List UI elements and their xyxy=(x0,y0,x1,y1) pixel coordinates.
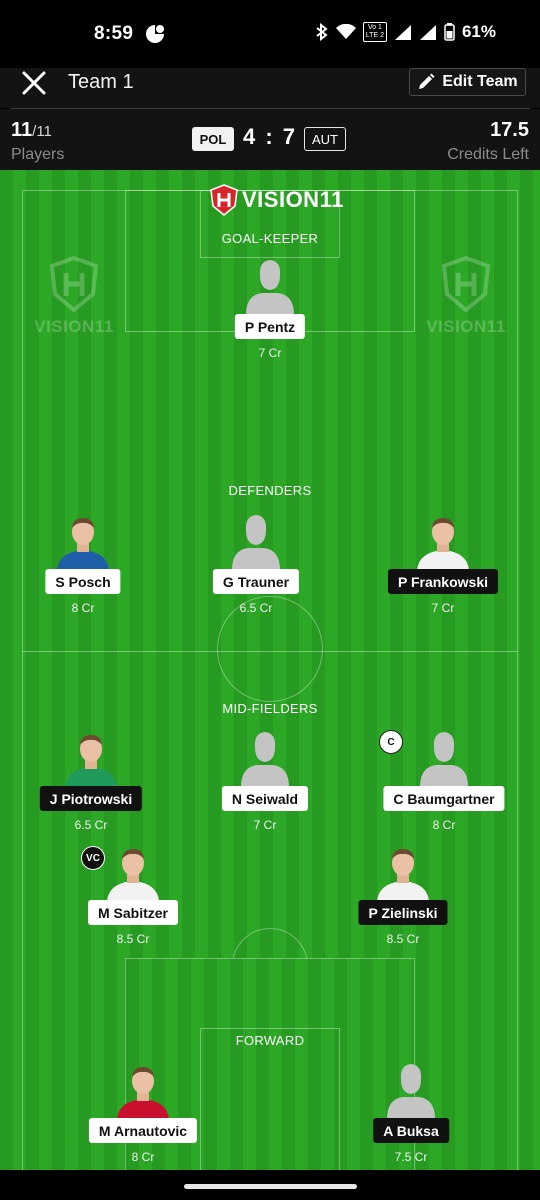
section-forward: FORWARD xyxy=(235,1033,305,1048)
vision11-shield-icon xyxy=(210,184,238,216)
app-header: Team 1 Edit Team xyxy=(0,68,540,108)
watermark-text: VISION11 xyxy=(426,317,506,336)
player-credits: 6.5 Cr xyxy=(74,818,108,832)
player-name: P Pentz xyxy=(234,314,306,339)
watermark-shield-icon xyxy=(49,255,99,313)
watermark-left: VISION11 xyxy=(24,255,124,337)
brand-name: VISION11 xyxy=(242,187,344,212)
edit-team-button[interactable]: Edit Team xyxy=(409,68,526,96)
player-photo xyxy=(107,849,159,901)
pencil-icon xyxy=(419,73,435,89)
signal-icon-2 xyxy=(419,24,436,40)
status-right: Vo 1 LTE 2 61% xyxy=(315,22,496,42)
team-info-row: 11/11 Players POL 4 : 7 AUT 17.5 Credits… xyxy=(0,109,540,170)
edit-team-label: Edit Team xyxy=(442,73,518,90)
credits-left-value: 17.5 xyxy=(490,119,529,141)
vice-captain-badge: VC xyxy=(81,846,105,870)
signal-icon-1 xyxy=(394,24,411,40)
player-placeholder-icon xyxy=(232,515,280,570)
bluetooth-icon xyxy=(316,23,328,41)
navigation-bar xyxy=(0,1170,540,1200)
player-credits: 8 Cr xyxy=(131,1150,155,1164)
section-midfielders: MID-FIELDERS xyxy=(222,701,318,716)
app-notification-icon xyxy=(146,25,164,43)
home-indicator[interactable] xyxy=(184,1184,357,1189)
player-photo xyxy=(377,849,429,901)
player-credits: 7 Cr xyxy=(431,601,455,615)
wifi-icon xyxy=(335,24,356,39)
section-goalkeeper: GOAL-KEEPER xyxy=(221,231,319,246)
status-time: 8:59 xyxy=(94,23,134,44)
player-photo xyxy=(117,1067,169,1119)
players-count: 11/11 xyxy=(11,119,52,142)
lte-label-2: LTE 2 xyxy=(365,32,384,39)
bottom-goal-box xyxy=(200,1028,340,1170)
battery-percent: 61% xyxy=(461,22,496,41)
player-placeholder-icon xyxy=(246,260,294,315)
player-credits: 8.5 Cr xyxy=(116,932,150,946)
player-placeholder-icon xyxy=(241,732,289,787)
player-credits: 8 Cr xyxy=(432,818,456,832)
player-credits: 6.5 Cr xyxy=(239,601,273,615)
football-pitch: VISION11 VISION11 VISION11 GOAL-KEEPER D… xyxy=(0,170,540,1170)
watermark-shield-icon xyxy=(441,255,491,313)
player-name: C Baumgartner xyxy=(383,786,505,811)
watermark-text: VISION11 xyxy=(34,317,114,336)
page-title: Team 1 xyxy=(68,71,134,93)
player-photo xyxy=(417,518,469,570)
player-credits: 7 Cr xyxy=(258,346,282,360)
watermark-right: VISION11 xyxy=(416,255,516,337)
player-name: P Frankowski xyxy=(387,569,499,594)
team-badge-left: POL xyxy=(192,127,234,151)
credits-left-label: Credits Left xyxy=(447,146,529,163)
player-name: A Buksa xyxy=(373,1118,449,1143)
player-credits: 7.5 Cr xyxy=(394,1150,428,1164)
players-total: /11 xyxy=(32,123,52,140)
players-label: Players xyxy=(11,146,65,163)
captain-badge: C xyxy=(379,730,403,754)
brand-logo: VISION11 xyxy=(210,184,344,216)
lte-badge: Vo 1 LTE 2 xyxy=(362,22,387,42)
player-placeholder-icon xyxy=(387,1064,435,1119)
player-credits: 8 Cr xyxy=(71,601,95,615)
section-defenders: DEFENDERS xyxy=(228,483,312,498)
player-credits: 8.5 Cr xyxy=(386,932,420,946)
team-badge-right: AUT xyxy=(304,127,346,151)
team-count-score: 4 : 7 xyxy=(242,124,298,149)
player-name: J Piotrowski xyxy=(39,786,143,811)
player-name: P Zielinski xyxy=(358,900,448,925)
player-name: M Sabitzer xyxy=(87,900,179,925)
player-name: S Posch xyxy=(45,569,121,594)
players-selected: 11 xyxy=(11,119,33,141)
battery-icon xyxy=(444,23,455,41)
player-name: G Trauner xyxy=(212,569,300,594)
status-bar: 8:59 Vo 1 LTE 2 61% xyxy=(0,0,540,68)
player-credits: 7 Cr xyxy=(253,818,277,832)
close-icon[interactable] xyxy=(20,69,48,97)
player-name: M Arnautovic xyxy=(88,1118,198,1143)
player-photo xyxy=(65,735,117,787)
lte-label-1: Vo 1 xyxy=(367,24,382,31)
player-name: N Seiwald xyxy=(221,786,309,811)
player-photo xyxy=(57,518,109,570)
player-placeholder-icon xyxy=(420,732,468,787)
